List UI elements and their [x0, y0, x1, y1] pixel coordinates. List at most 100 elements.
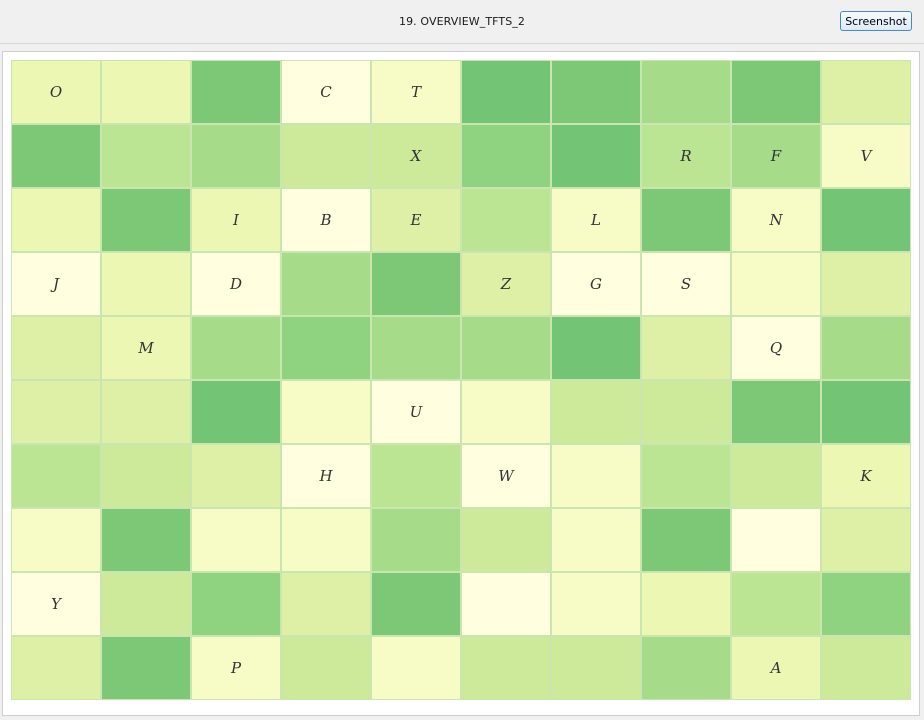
grid-tile[interactable] — [101, 252, 191, 316]
grid-tile[interactable] — [101, 444, 191, 508]
grid-tile[interactable] — [731, 252, 821, 316]
grid-tile[interactable] — [641, 316, 731, 380]
grid-tile[interactable] — [641, 508, 731, 572]
grid-tile[interactable] — [641, 380, 731, 444]
grid-tile[interactable] — [641, 188, 731, 252]
grid-tile[interactable] — [641, 60, 731, 124]
grid-tile[interactable] — [11, 444, 101, 508]
grid-tile[interactable] — [731, 508, 821, 572]
grid-tile[interactable]: G — [551, 252, 641, 316]
grid-tile[interactable] — [371, 572, 461, 636]
grid-tile[interactable] — [11, 188, 101, 252]
grid-tile[interactable] — [281, 316, 371, 380]
grid-tile[interactable] — [281, 124, 371, 188]
grid-tile[interactable] — [731, 572, 821, 636]
grid-tile[interactable] — [821, 188, 911, 252]
grid-tile[interactable] — [101, 124, 191, 188]
grid-tile[interactable] — [821, 380, 911, 444]
grid-tile[interactable]: H — [281, 444, 371, 508]
grid-tile[interactable] — [281, 252, 371, 316]
grid-tile[interactable] — [821, 60, 911, 124]
grid-tile[interactable] — [461, 124, 551, 188]
grid-tile[interactable] — [821, 508, 911, 572]
grid-tile[interactable] — [371, 444, 461, 508]
grid-tile[interactable]: K — [821, 444, 911, 508]
grid-tile[interactable] — [551, 60, 641, 124]
grid-tile[interactable]: W — [461, 444, 551, 508]
grid-tile[interactable] — [461, 380, 551, 444]
grid-tile[interactable]: O — [11, 60, 101, 124]
grid-tile[interactable] — [821, 572, 911, 636]
grid-tile[interactable]: F — [731, 124, 821, 188]
grid-tile[interactable] — [101, 188, 191, 252]
grid-tile[interactable] — [281, 572, 371, 636]
grid-tile[interactable] — [551, 380, 641, 444]
grid-tile[interactable]: Y — [11, 572, 101, 636]
grid-tile[interactable] — [191, 572, 281, 636]
grid-tile[interactable] — [461, 508, 551, 572]
grid-tile[interactable]: U — [371, 380, 461, 444]
grid-tile[interactable] — [461, 188, 551, 252]
grid-tile[interactable] — [191, 444, 281, 508]
grid-tile[interactable]: R — [641, 124, 731, 188]
grid-tile[interactable] — [101, 380, 191, 444]
grid-tile[interactable] — [191, 508, 281, 572]
grid-tile[interactable] — [461, 572, 551, 636]
grid-tile[interactable] — [11, 508, 101, 572]
grid-tile[interactable] — [371, 316, 461, 380]
screenshot-button[interactable]: Screenshot — [840, 11, 912, 31]
grid-tile[interactable] — [191, 60, 281, 124]
grid-tile[interactable] — [101, 572, 191, 636]
grid-tile[interactable] — [551, 572, 641, 636]
grid-tile[interactable]: B — [281, 188, 371, 252]
grid-tile[interactable] — [371, 636, 461, 700]
grid-tile[interactable] — [371, 508, 461, 572]
grid-tile[interactable] — [461, 316, 551, 380]
grid-tile[interactable] — [731, 380, 821, 444]
grid-tile[interactable] — [101, 508, 191, 572]
grid-tile[interactable] — [11, 380, 101, 444]
grid-tile[interactable] — [551, 636, 641, 700]
grid-tile[interactable]: P — [191, 636, 281, 700]
grid-tile[interactable]: S — [641, 252, 731, 316]
grid-tile[interactable] — [281, 508, 371, 572]
grid-tile[interactable] — [11, 316, 101, 380]
grid-tile[interactable] — [281, 636, 371, 700]
grid-tile[interactable] — [461, 636, 551, 700]
grid-tile[interactable] — [191, 316, 281, 380]
grid-tile[interactable]: N — [731, 188, 821, 252]
grid-tile[interactable] — [641, 572, 731, 636]
grid-tile[interactable]: C — [281, 60, 371, 124]
grid-tile[interactable]: M — [101, 316, 191, 380]
grid-tile[interactable]: Q — [731, 316, 821, 380]
grid-tile[interactable] — [551, 316, 641, 380]
grid-tile[interactable] — [641, 636, 731, 700]
grid-tile[interactable] — [551, 508, 641, 572]
grid-tile[interactable] — [11, 124, 101, 188]
grid-tile[interactable] — [731, 60, 821, 124]
grid-tile[interactable]: I — [191, 188, 281, 252]
grid-tile[interactable]: A — [731, 636, 821, 700]
grid-tile[interactable]: D — [191, 252, 281, 316]
grid-tile[interactable] — [101, 636, 191, 700]
grid-tile[interactable] — [551, 444, 641, 508]
grid-tile[interactable] — [821, 316, 911, 380]
grid-tile[interactable]: J — [11, 252, 101, 316]
grid-tile[interactable] — [641, 444, 731, 508]
grid-tile[interactable] — [731, 444, 821, 508]
grid-tile[interactable] — [551, 124, 641, 188]
grid-tile[interactable] — [371, 252, 461, 316]
grid-tile[interactable] — [191, 380, 281, 444]
grid-tile[interactable] — [281, 380, 371, 444]
grid-tile[interactable] — [821, 636, 911, 700]
grid-tile[interactable] — [101, 60, 191, 124]
grid-tile[interactable] — [11, 636, 101, 700]
grid-tile[interactable] — [461, 60, 551, 124]
grid-tile[interactable] — [191, 124, 281, 188]
grid-tile[interactable]: Z — [461, 252, 551, 316]
grid-tile[interactable]: V — [821, 124, 911, 188]
grid-tile[interactable] — [821, 252, 911, 316]
grid-tile[interactable]: T — [371, 60, 461, 124]
grid-tile[interactable]: E — [371, 188, 461, 252]
grid-tile[interactable]: X — [371, 124, 461, 188]
